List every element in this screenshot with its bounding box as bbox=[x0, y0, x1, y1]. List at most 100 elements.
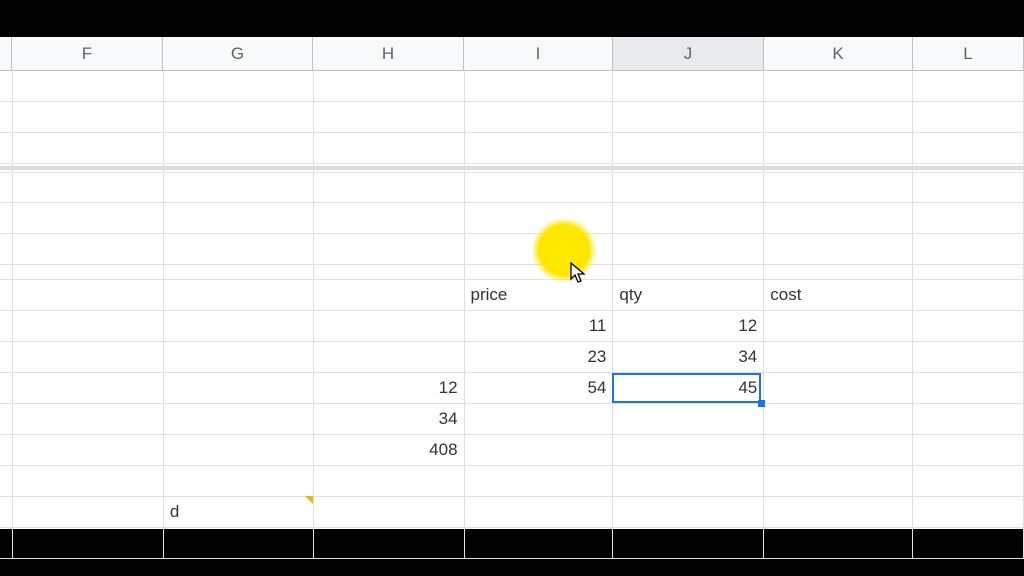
cell[interactable] bbox=[13, 466, 164, 497]
cell[interactable] bbox=[764, 435, 913, 466]
cell[interactable] bbox=[465, 265, 614, 280]
cell[interactable] bbox=[764, 497, 913, 528]
cell[interactable] bbox=[13, 404, 164, 435]
cell[interactable] bbox=[164, 71, 314, 102]
col-header-f[interactable]: F bbox=[12, 37, 163, 70]
cell[interactable] bbox=[13, 102, 164, 133]
cell[interactable] bbox=[13, 71, 164, 102]
cell[interactable] bbox=[764, 311, 913, 342]
cell[interactable] bbox=[0, 497, 13, 528]
cell[interactable] bbox=[13, 497, 164, 528]
cell[interactable]: 408 bbox=[314, 435, 465, 466]
cell[interactable] bbox=[913, 71, 1024, 102]
cell[interactable] bbox=[13, 203, 164, 234]
cell[interactable] bbox=[613, 234, 764, 265]
cell[interactable] bbox=[465, 435, 614, 466]
cell[interactable] bbox=[913, 466, 1024, 497]
cell[interactable] bbox=[0, 280, 13, 311]
cell[interactable] bbox=[314, 172, 465, 203]
cell[interactable]: 54 bbox=[465, 373, 614, 404]
cell[interactable]: 12 bbox=[314, 373, 465, 404]
cell[interactable] bbox=[465, 466, 614, 497]
cell[interactable] bbox=[13, 342, 164, 373]
cell[interactable] bbox=[164, 172, 314, 203]
cell[interactable] bbox=[164, 373, 314, 404]
cell[interactable] bbox=[164, 528, 314, 559]
cell[interactable] bbox=[314, 234, 465, 265]
cell-price-header[interactable]: price bbox=[465, 280, 614, 311]
cell[interactable] bbox=[164, 466, 314, 497]
cell[interactable] bbox=[0, 102, 13, 133]
col-header-k[interactable]: K bbox=[764, 37, 913, 70]
cell[interactable] bbox=[314, 497, 465, 528]
cell[interactable] bbox=[314, 265, 465, 280]
cell[interactable] bbox=[465, 528, 614, 559]
cell[interactable] bbox=[465, 102, 614, 133]
cell[interactable] bbox=[13, 234, 164, 265]
cell[interactable] bbox=[764, 265, 913, 280]
cell[interactable] bbox=[0, 466, 13, 497]
cell[interactable] bbox=[0, 404, 13, 435]
cell[interactable] bbox=[0, 435, 13, 466]
cell[interactable] bbox=[314, 466, 465, 497]
cell[interactable] bbox=[613, 102, 764, 133]
cell[interactable] bbox=[13, 133, 164, 164]
col-header-l[interactable]: L bbox=[913, 37, 1024, 70]
cell[interactable] bbox=[13, 373, 164, 404]
cell[interactable]: 11 bbox=[465, 311, 614, 342]
cell[interactable] bbox=[465, 497, 614, 528]
cell[interactable] bbox=[13, 435, 164, 466]
cell[interactable] bbox=[314, 342, 465, 373]
cell[interactable] bbox=[913, 435, 1024, 466]
cell[interactable] bbox=[164, 342, 314, 373]
cell[interactable]: 12 bbox=[613, 311, 764, 342]
cell[interactable] bbox=[13, 265, 164, 280]
cell[interactable] bbox=[613, 528, 764, 559]
cell[interactable] bbox=[314, 280, 465, 311]
cell[interactable] bbox=[0, 172, 13, 203]
cell[interactable] bbox=[613, 404, 764, 435]
cell[interactable] bbox=[764, 102, 913, 133]
cell[interactable] bbox=[314, 203, 465, 234]
cell[interactable] bbox=[613, 172, 764, 203]
cell[interactable] bbox=[164, 311, 314, 342]
cell[interactable] bbox=[913, 404, 1024, 435]
cell[interactable] bbox=[13, 280, 164, 311]
cell[interactable] bbox=[0, 265, 13, 280]
cell[interactable] bbox=[913, 265, 1024, 280]
cell[interactable] bbox=[913, 342, 1024, 373]
cell[interactable] bbox=[0, 133, 13, 164]
cell[interactable] bbox=[613, 203, 764, 234]
cell[interactable] bbox=[314, 71, 465, 102]
cell[interactable] bbox=[13, 528, 164, 559]
cell[interactable] bbox=[0, 203, 13, 234]
col-header-j[interactable]: J bbox=[613, 37, 764, 70]
cell[interactable] bbox=[164, 435, 314, 466]
cell[interactable] bbox=[764, 528, 913, 559]
cell[interactable] bbox=[913, 133, 1024, 164]
cell[interactable] bbox=[0, 373, 13, 404]
cell[interactable] bbox=[13, 172, 164, 203]
cell[interactable] bbox=[764, 466, 913, 497]
cell[interactable] bbox=[465, 71, 614, 102]
cell[interactable] bbox=[0, 234, 13, 265]
cell[interactable] bbox=[913, 102, 1024, 133]
cell[interactable] bbox=[465, 133, 614, 164]
cell[interactable] bbox=[613, 466, 764, 497]
cell[interactable] bbox=[164, 133, 314, 164]
cell[interactable] bbox=[764, 71, 913, 102]
note-indicator-icon[interactable] bbox=[305, 496, 313, 504]
cell[interactable] bbox=[613, 265, 764, 280]
fill-handle[interactable] bbox=[758, 400, 765, 407]
cell[interactable] bbox=[0, 71, 13, 102]
cell[interactable] bbox=[913, 528, 1024, 559]
cell-d[interactable]: d bbox=[164, 497, 314, 528]
cell[interactable] bbox=[465, 404, 614, 435]
cell[interactable] bbox=[913, 311, 1024, 342]
cell[interactable] bbox=[164, 102, 314, 133]
cell[interactable] bbox=[913, 234, 1024, 265]
cell[interactable] bbox=[465, 203, 614, 234]
cell[interactable] bbox=[0, 528, 13, 559]
cell[interactable] bbox=[913, 203, 1024, 234]
cell-selected[interactable]: 45 bbox=[613, 373, 764, 404]
